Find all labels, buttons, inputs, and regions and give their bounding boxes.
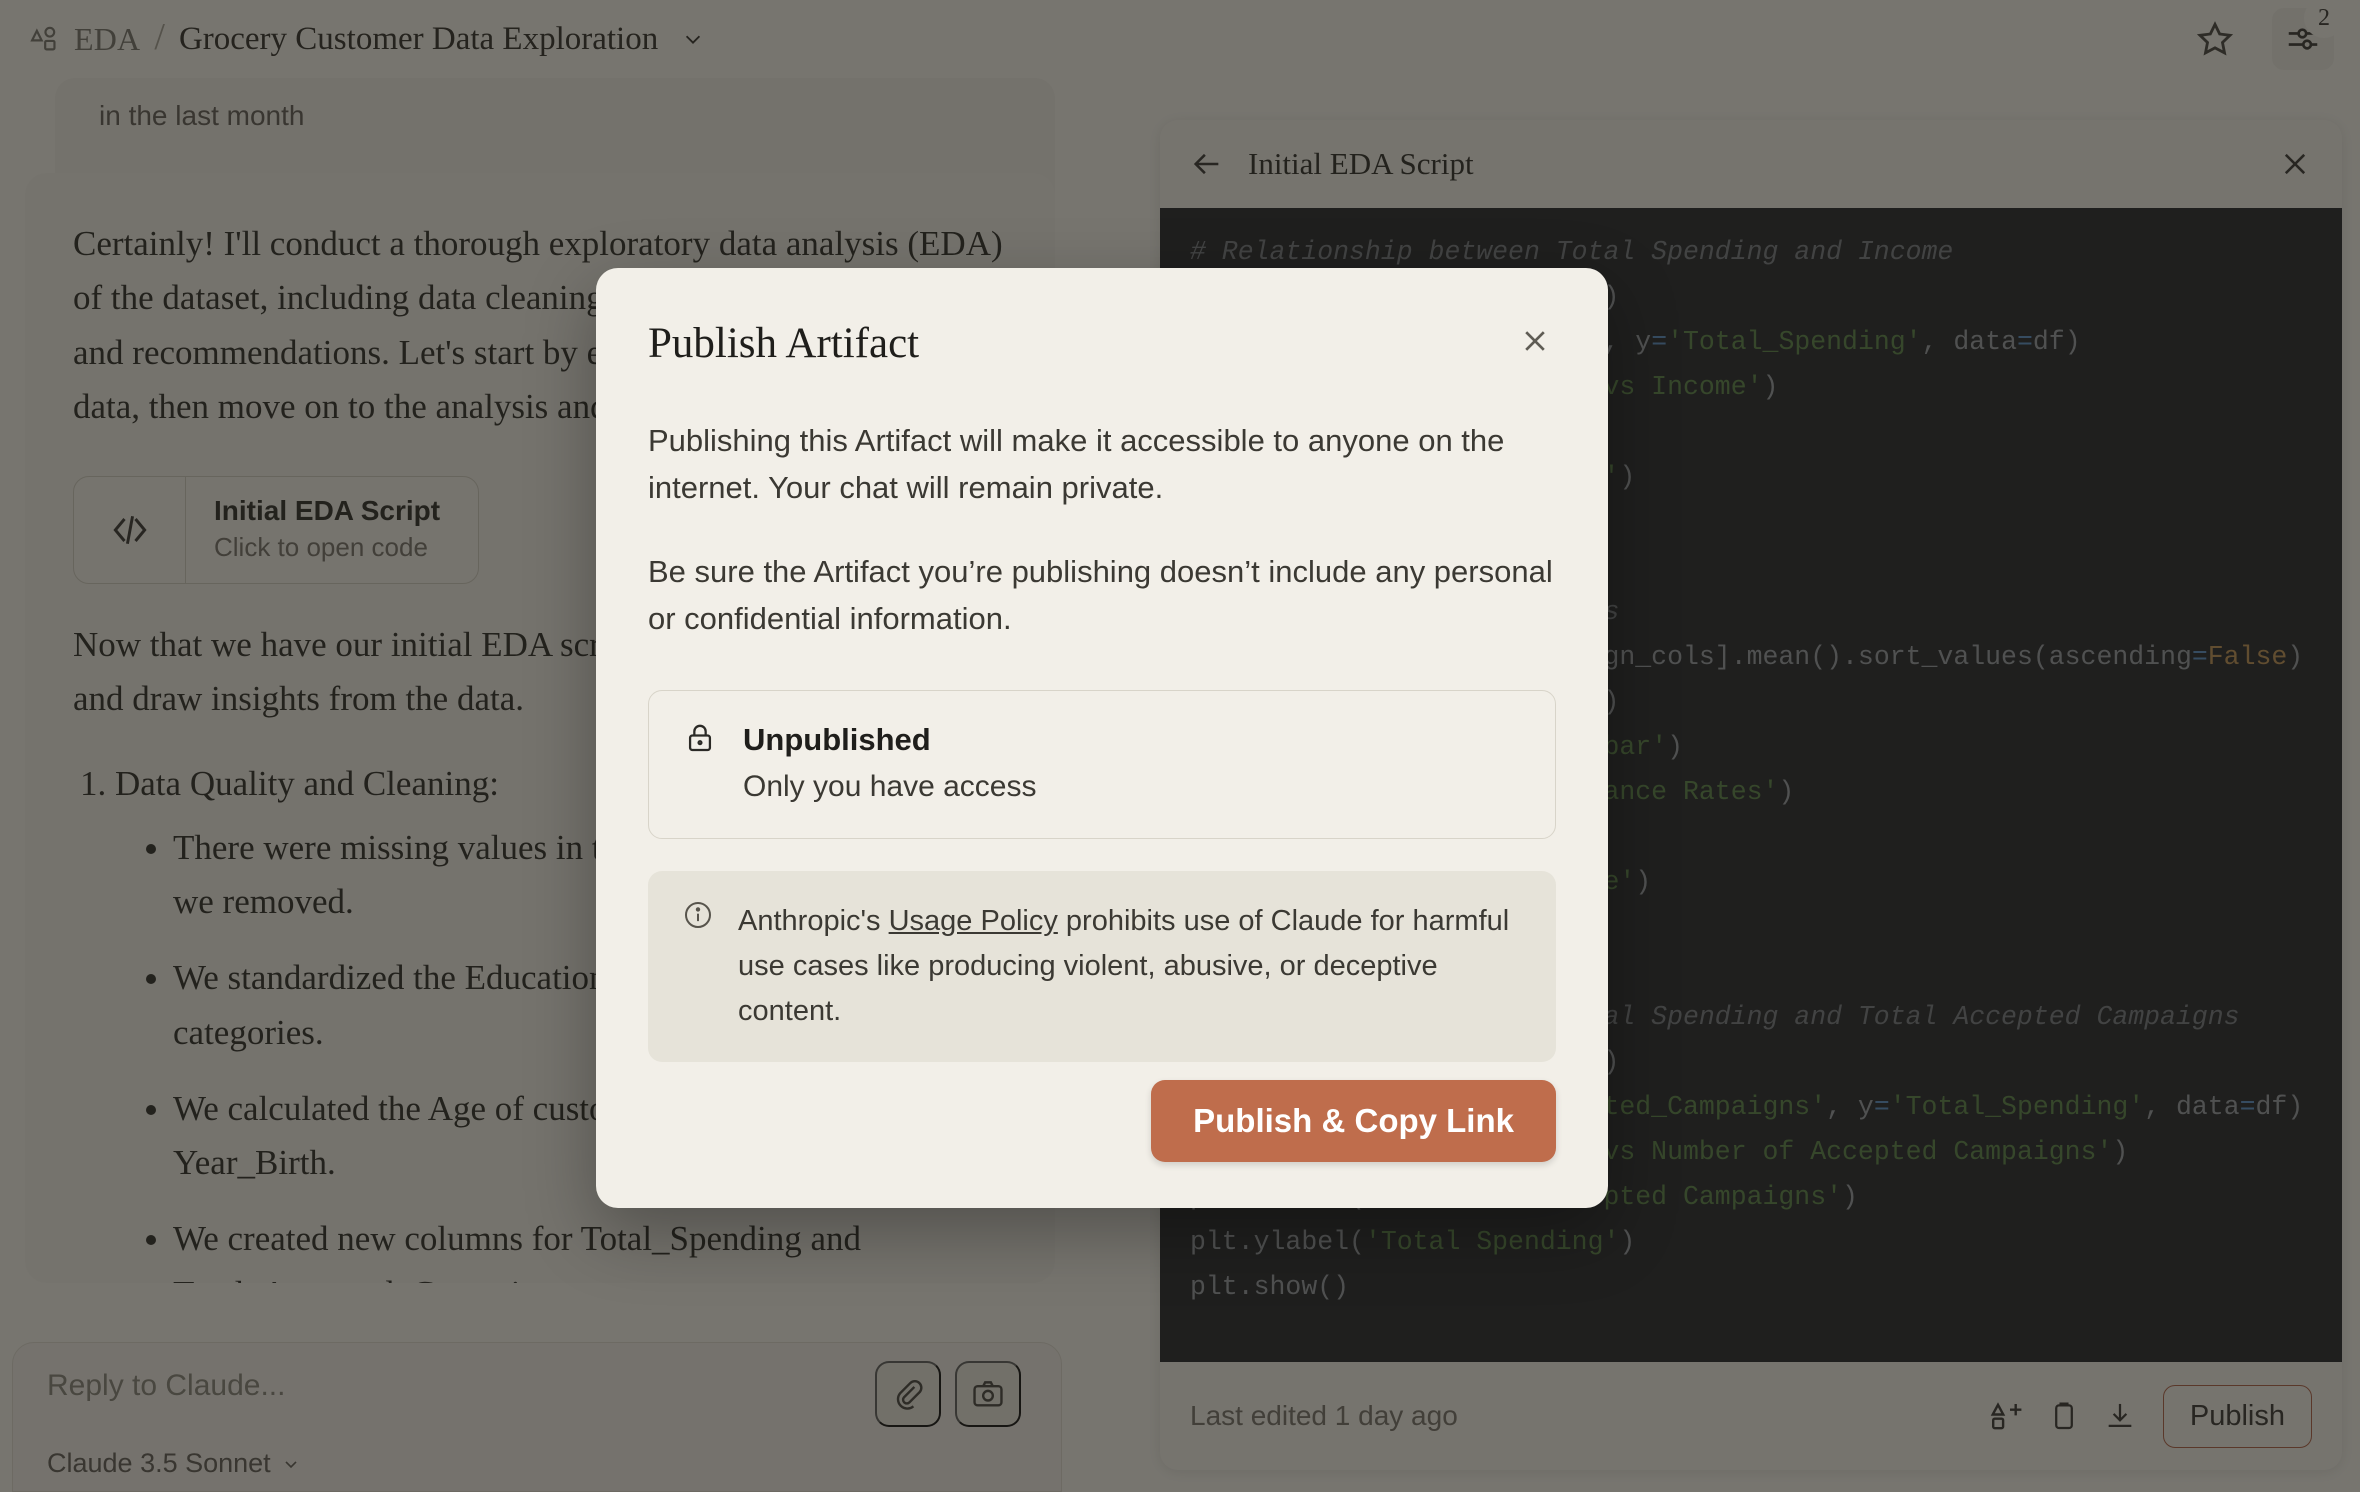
publish-status-sublabel: Only you have access — [743, 767, 1036, 808]
usage-policy-text: Anthropic's Usage Policy prohibits use o… — [738, 899, 1522, 1034]
info-icon — [682, 899, 714, 931]
close-icon — [1518, 324, 1552, 358]
dialog-footer: Publish & Copy Link — [648, 1080, 1556, 1162]
dialog-close-button[interactable] — [1514, 320, 1556, 362]
usage-policy-link[interactable]: Usage Policy — [889, 905, 1058, 937]
publish-and-copy-link-button[interactable]: Publish & Copy Link — [1151, 1080, 1556, 1162]
policy-prefix: Anthropic's — [738, 905, 889, 937]
lock-icon — [683, 721, 717, 755]
publish-artifact-dialog: Publish Artifact Publishing this Artifac… — [596, 268, 1608, 1208]
dialog-header: Publish Artifact — [648, 320, 1556, 367]
dialog-title: Publish Artifact — [648, 320, 919, 367]
publish-status-box: Unpublished Only you have access — [648, 690, 1556, 839]
dialog-body: Publishing this Artifact will make it ac… — [648, 417, 1556, 641]
usage-policy-notice: Anthropic's Usage Policy prohibits use o… — [648, 871, 1556, 1062]
publish-status-label: Unpublished — [743, 721, 1036, 760]
dialog-paragraph-1: Publishing this Artifact will make it ac… — [648, 417, 1556, 511]
dialog-paragraph-2: Be sure the Artifact you’re publishing d… — [648, 548, 1556, 642]
